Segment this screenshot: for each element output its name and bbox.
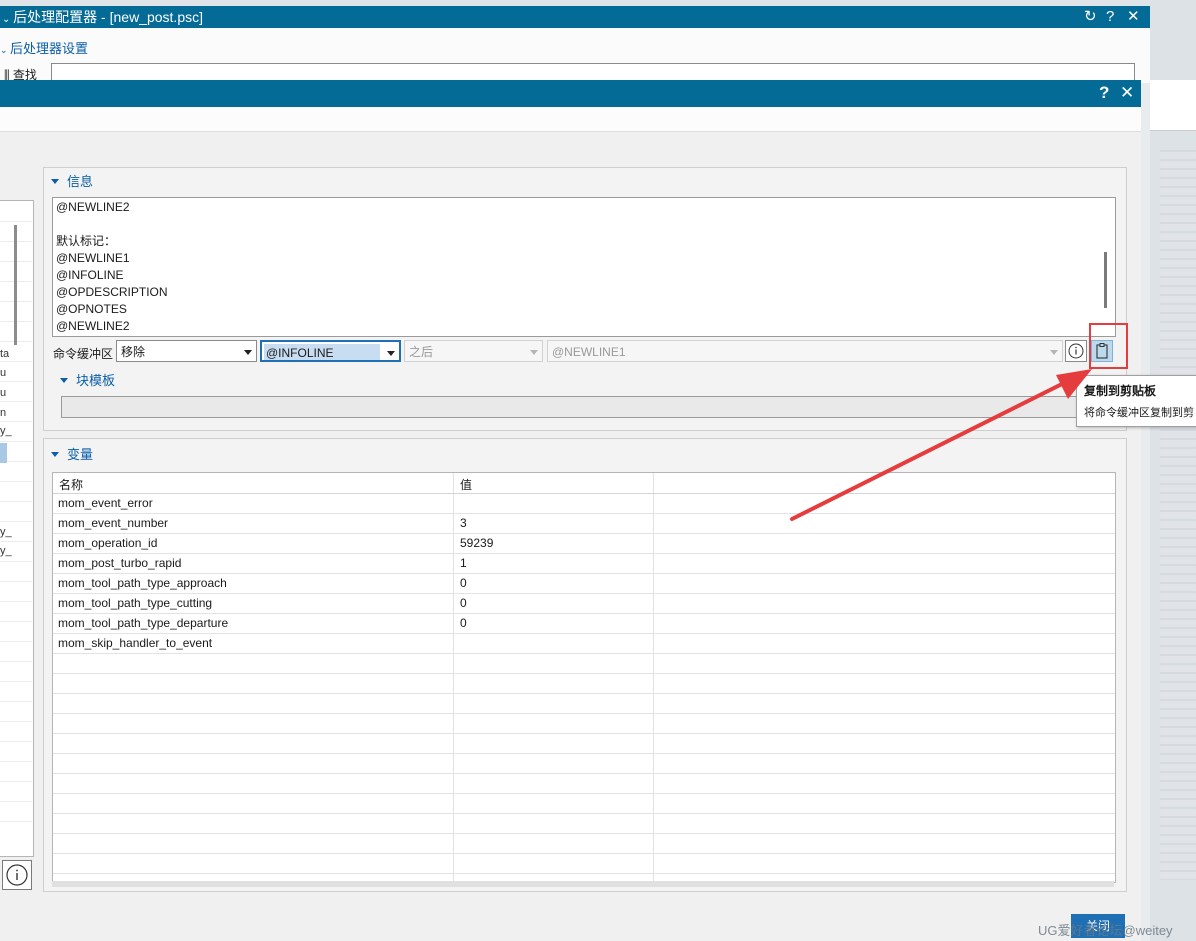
dialog-titlebar: ? ✕ [0,80,1141,107]
marker-select[interactable]: @INFOLINE [260,340,401,362]
dialog-band [0,107,1141,132]
column-header-name[interactable]: 名称 [59,476,83,493]
close-button[interactable]: ✕ [1120,83,1134,103]
collapse-icon [51,452,59,457]
info-group-header[interactable]: 信息 [51,171,93,190]
tree-item-label[interactable]: y_ [0,526,12,538]
table-row [53,733,1115,754]
background-panel-2 [1150,80,1196,131]
breadcrumb[interactable]: ⌄ 后处理器设置 [0,38,88,57]
close-button[interactable]: ✕ [1127,6,1140,28]
info-scrollbar[interactable] [1104,252,1107,308]
table-row[interactable]: mom_tool_path_type_cutting 0 [53,593,1115,614]
info-line: @NEWLINE2 [56,319,130,333]
table-row[interactable]: mom_tool_path_type_approach 0 [53,573,1115,594]
table-row [53,713,1115,734]
table-row [53,673,1115,694]
info-textarea[interactable]: @NEWLINE2 默认标记： @NEWLINE1 @INFOLINE @OPD… [52,197,1116,337]
action-select[interactable]: 移除 [116,340,257,362]
table-horizontal-scrollbar[interactable] [52,881,1114,887]
outer-window-body: ⌄ 后处理器设置 ⫼ 查找 [0,28,1150,83]
tree-item-label[interactable]: u [0,387,6,399]
info-line: @INFOLINE [56,268,124,282]
background-viewport [1150,0,1196,941]
chevron-down-icon: ⌄ [0,45,11,55]
tree-item-label[interactable]: n [0,407,6,419]
info-line: @OPDESCRIPTION [56,285,168,299]
outer-titlebar: ⌄ 后处理配置器 - [new_post.psc] ↻ ? ✕ [0,6,1150,28]
info-button[interactable] [2,860,32,890]
variables-table[interactable]: 名称 值 mom_event_error mom_event_number 3 m… [52,472,1116,883]
collapse-icon [51,179,59,184]
column-header-value[interactable]: 值 [460,476,472,493]
collapse-icon [60,378,68,383]
table-row [53,693,1115,714]
watermark: UG爱好者论坛@weitey [1038,923,1173,938]
position-select[interactable]: 之后 [404,340,543,362]
tree-item-label[interactable]: y_ [0,425,12,437]
refresh-icon[interactable]: ↻ [1084,6,1097,28]
info-line: @NEWLINE2 [56,200,130,214]
table-row [53,753,1115,774]
table-row[interactable]: mom_operation_id 59239 [53,533,1115,554]
annotation-arrow [790,369,1092,521]
tree-item-label[interactable]: ta [0,348,9,360]
chevron-down-icon: ⌄ [2,14,14,25]
tree-scrollbar[interactable] [14,225,17,345]
chevron-down-icon [530,350,538,355]
tree-selected-row[interactable] [0,443,7,463]
tree-item-label[interactable]: u [0,367,6,379]
table-row [53,853,1115,874]
variables-group-header[interactable]: 变量 [51,444,93,463]
tree-item-label[interactable]: y_ [0,545,12,557]
info-line: @OPNOTES [56,302,127,316]
info-line: @NEWLINE1 [56,251,130,265]
table-row[interactable]: mom_post_turbo_rapid 1 [53,553,1115,574]
table-row [53,793,1115,814]
info-icon [6,864,28,886]
command-buffer-label: 命令缓冲区 [53,347,114,361]
help-button[interactable]: ? [1106,6,1114,28]
chevron-down-icon [387,351,395,356]
help-button[interactable]: ? [1099,83,1109,103]
table-row [53,813,1115,834]
table-row[interactable]: mom_skip_handler_to_event [53,633,1115,654]
block-template-header[interactable]: 块模板 [60,370,115,389]
table-row [53,653,1115,674]
table-row[interactable]: mom_tool_path_type_departure 0 [53,613,1115,634]
info-line: 默认标记： [56,234,117,248]
table-row [53,833,1115,854]
table-row [53,773,1115,794]
chevron-down-icon [244,350,252,355]
